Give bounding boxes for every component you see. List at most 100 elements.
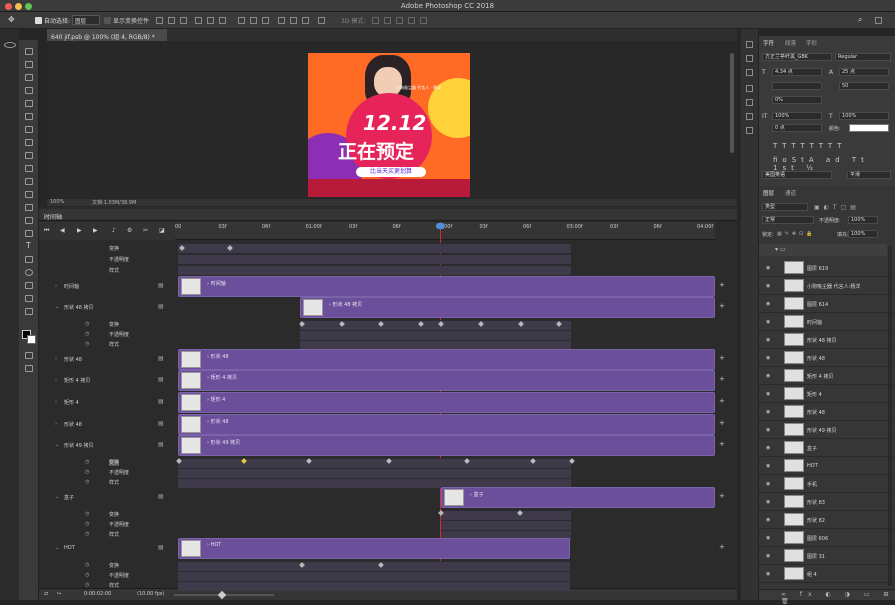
film-strip-icon[interactable]: ▤ <box>158 493 164 500</box>
audio-icon[interactable]: ♪ <box>112 227 116 234</box>
text-color-swatch[interactable] <box>849 124 889 132</box>
align-hcenter-icon[interactable] <box>207 17 214 24</box>
expand-chevron-icon[interactable]: › <box>55 283 57 289</box>
expand-chevron-icon[interactable]: › <box>55 399 57 405</box>
opacity-field[interactable]: 100% <box>848 216 878 224</box>
tab-layers[interactable]: 图层 <box>763 189 774 197</box>
healing-tool-icon[interactable] <box>25 126 33 133</box>
layer-group-header[interactable]: ▾ ▭ <box>759 244 887 256</box>
tab-paragraph[interactable]: 段落 <box>785 39 796 47</box>
film-strip-icon[interactable]: ▤ <box>158 441 164 448</box>
layer-track[interactable]: › 形状 48 <box>178 349 715 370</box>
settings-gear-icon[interactable]: ⚙ <box>127 227 132 234</box>
baseline-shift-field[interactable]: 0 点 <box>772 124 822 132</box>
add-media-icon[interactable]: + <box>719 354 725 362</box>
expand-chevron-icon[interactable]: ⌄ <box>55 304 59 310</box>
layer-track[interactable]: › 盒子 <box>441 487 715 508</box>
previous-frame-icon[interactable]: ◀︎ <box>60 227 65 234</box>
path-select-tool-icon[interactable] <box>25 256 33 263</box>
stopwatch-icon[interactable]: ◷ <box>85 459 89 465</box>
layer-track[interactable]: › 形状 49 拷贝 <box>178 435 715 456</box>
stopwatch-icon[interactable]: ◷ <box>85 582 89 588</box>
text-style-buttons[interactable]: TTTTTTTT <box>773 142 846 150</box>
transition-icon[interactable]: ◪ <box>159 227 165 234</box>
blur-tool-icon[interactable] <box>25 204 33 211</box>
add-media-icon[interactable]: + <box>719 543 725 551</box>
film-strip-icon[interactable]: ▤ <box>158 355 164 362</box>
stopwatch-icon[interactable]: ◷ <box>85 469 89 475</box>
play-icon[interactable]: ▶︎ <box>77 227 82 234</box>
sub-track[interactable] <box>178 265 571 275</box>
layer-row[interactable]: ◉ 图层 614 <box>759 295 895 313</box>
swatches-panel-icon[interactable] <box>746 127 753 134</box>
3d-scale-icon[interactable] <box>420 17 427 24</box>
antialias-select[interactable]: 平滑 <box>847 171 891 179</box>
fill-field[interactable]: 100% <box>848 230 878 238</box>
render-video-icon[interactable]: ↪ <box>57 591 61 597</box>
layer-row[interactable]: ◉ 手机 <box>759 475 895 493</box>
auto-select-checkbox[interactable] <box>35 17 42 24</box>
font-family-select[interactable]: 方正兰亭纤黑_GBK <box>762 53 832 61</box>
lasso-tool-icon[interactable] <box>25 74 33 81</box>
font-style-select[interactable]: Regular <box>835 53 891 61</box>
next-frame-icon[interactable]: ▶︎ <box>93 227 98 234</box>
brush-tool-icon[interactable] <box>25 139 33 146</box>
layer-track[interactable]: › 形状 48 <box>178 414 715 435</box>
add-media-icon[interactable]: + <box>719 375 725 383</box>
visibility-eye-icon[interactable]: ◉ <box>766 337 770 343</box>
expand-chevron-icon[interactable]: ⌄ <box>55 545 59 551</box>
visibility-eye-icon[interactable]: ◉ <box>766 517 770 523</box>
3d-rotate-icon[interactable] <box>372 17 379 24</box>
layer-track[interactable]: › 形状 48 拷贝 <box>300 297 715 318</box>
layer-row[interactable]: ◉ 图层 31 <box>759 547 895 565</box>
film-strip-icon[interactable]: ▤ <box>158 398 164 405</box>
layer-row[interactable]: ◉ 组 4 <box>759 565 895 583</box>
canvas-area[interactable]: 小狗吸尘器 代言人 · 杨洋 12.12 正在预定 比当天买更划算 <box>47 41 737 199</box>
properties-panel-icon[interactable] <box>746 113 753 120</box>
stopwatch-icon[interactable]: ◷ <box>85 562 89 568</box>
layer-track[interactable]: › 时间轴 <box>178 276 715 297</box>
stopwatch-icon[interactable]: ◷ <box>85 531 89 537</box>
auto-align-icon[interactable] <box>318 17 325 24</box>
layer-row[interactable]: ◉ 图层 619 <box>759 259 895 277</box>
expand-chevron-icon[interactable]: ⌄ <box>55 442 59 448</box>
film-strip-icon[interactable]: ▤ <box>158 282 164 289</box>
align-left-icon[interactable] <box>195 17 202 24</box>
sub-track[interactable] <box>178 458 571 468</box>
background-color-swatch[interactable] <box>27 335 36 344</box>
eraser-tool-icon[interactable] <box>25 178 33 185</box>
layer-row[interactable]: ◉ 小狗吸尘器 代言人:杨洋 <box>759 277 895 295</box>
layer-row[interactable]: ◉ 形状 48 拷贝 <box>759 331 895 349</box>
stopwatch-icon[interactable]: ◷ <box>85 331 89 337</box>
visibility-eye-icon[interactable]: ◉ <box>766 283 770 289</box>
split-scissors-icon[interactable]: ✂ <box>143 227 148 234</box>
leading-field[interactable]: 25 点 <box>839 68 889 76</box>
creative-cloud-icon[interactable] <box>4 42 16 48</box>
vertical-scale-field[interactable]: 100% <box>772 112 822 120</box>
film-strip-icon[interactable]: ▤ <box>158 420 164 427</box>
align-top-icon[interactable] <box>156 17 163 24</box>
3d-roll-icon[interactable] <box>384 17 391 24</box>
film-strip-icon[interactable]: ▤ <box>158 303 164 310</box>
layer-row[interactable]: ◉ 形状 48 <box>759 349 895 367</box>
layer-row[interactable]: ◉ HOT <box>759 457 895 475</box>
distribute-vcenter-icon[interactable] <box>250 17 257 24</box>
visibility-eye-icon[interactable]: ◉ <box>766 355 770 361</box>
add-media-icon[interactable]: + <box>719 492 725 500</box>
search-icon[interactable]: ⌕ <box>858 15 862 25</box>
eyedropper-tool-icon[interactable] <box>25 113 33 120</box>
layer-track[interactable]: › 矩形 4 <box>178 392 715 413</box>
layers-footer-icons[interactable]: ∞ fx ◐ ◑ ▭ ⊞ 🗑 <box>781 591 895 605</box>
distribute-hcenter-icon[interactable] <box>290 17 297 24</box>
layer-kind-filter[interactable]: 类型 <box>762 203 808 211</box>
canvas-scrollbar[interactable] <box>730 53 734 153</box>
distribute-top-icon[interactable] <box>238 17 245 24</box>
ellipse-tool-icon[interactable] <box>25 269 33 276</box>
stopwatch-icon[interactable]: ◷ <box>85 321 89 327</box>
pen-tool-icon[interactable] <box>25 230 33 237</box>
opentype-buttons[interactable]: ﬁoStA ad Tt 1st ½ <box>773 156 895 172</box>
history-panel-icon[interactable] <box>746 41 753 48</box>
screen-mode-icon[interactable] <box>25 365 33 372</box>
zoom-slider-thumb[interactable] <box>217 590 227 600</box>
adjustments-panel-icon[interactable] <box>746 69 753 76</box>
